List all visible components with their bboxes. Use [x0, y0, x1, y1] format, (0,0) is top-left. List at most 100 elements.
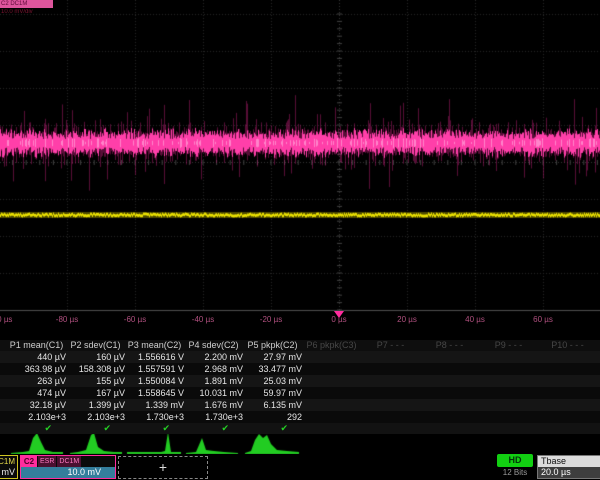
measure-value-cell — [302, 375, 361, 387]
measure-value-cell — [420, 363, 479, 375]
measure-value-cell — [479, 387, 538, 399]
measure-value-cell — [538, 363, 597, 375]
measure-value-cell — [538, 411, 597, 423]
measure-value-cell — [420, 351, 479, 363]
measure-value-cell: 27.97 mV — [243, 351, 302, 363]
measure-value-cell: 155 µV — [66, 375, 125, 387]
trigger-position-marker[interactable] — [334, 311, 344, 318]
measure-value-cell: 2.103e+3 — [7, 411, 66, 423]
hd-mode-badge[interactable]: HD — [497, 454, 533, 467]
time-axis-label: 40 µs — [465, 315, 485, 324]
measure-value-cell — [538, 375, 597, 387]
measure-value-cell: 2.200 mV — [184, 351, 243, 363]
measure-value-cell — [361, 399, 420, 411]
measure-table-row: 440 µV160 µV1.556616 V2.200 mV27.97 mV — [0, 351, 600, 363]
c1-trace[interactable] — [0, 210, 600, 221]
add-trace-button[interactable]: + — [118, 456, 208, 479]
measure-value-cell: 263 µV — [7, 375, 66, 387]
measure-value-cell: 2.103e+3 — [66, 411, 125, 423]
time-axis-label: 20 µs — [397, 315, 417, 324]
timebase-label: Tbase — [538, 456, 600, 467]
c2-coupling-badge: DC1M — [57, 456, 81, 467]
measure-value-cell: 1.891 mV — [184, 375, 243, 387]
measure-value-cell: 25.03 mV — [243, 375, 302, 387]
measure-value-cell — [302, 399, 361, 411]
measure-value-cell — [479, 399, 538, 411]
measure-value-cell: 474 µV — [7, 387, 66, 399]
time-axis-label: -40 µs — [192, 315, 214, 324]
measure-value-cell: 363.98 µV — [7, 363, 66, 375]
measure-value-cell — [302, 351, 361, 363]
measure-value-cell: 59.97 mV — [243, 387, 302, 399]
measure-value-cell — [302, 411, 361, 423]
measure-table-row: 474 µV167 µV1.558645 V10.031 mV59.97 mV — [0, 387, 600, 399]
c2-esr-badge: ESR — [38, 456, 56, 467]
measure-value-cell: 1.730e+3 — [125, 411, 184, 423]
measure-value-cell — [479, 375, 538, 387]
measure-value-cell — [420, 387, 479, 399]
measure-column-header[interactable]: P1 mean(C1) — [7, 340, 66, 351]
measure-value-cell: 160 µV — [66, 351, 125, 363]
time-axis-label: 60 µs — [533, 315, 553, 324]
c2-trace[interactable] — [0, 108, 600, 180]
measure-column-header[interactable]: P10 - - - — [538, 340, 597, 351]
c2-scale-value: 10.0 mV — [21, 467, 115, 478]
measure-value-cell: 2.968 mV — [184, 363, 243, 375]
measure-column-header[interactable]: P9 - - - — [479, 340, 538, 351]
measure-value-cell — [420, 375, 479, 387]
measure-column-header[interactable]: P6 pkpk(C3) — [302, 340, 361, 351]
measure-value-cell: 292 — [243, 411, 302, 423]
time-axis-label: -20 µs — [260, 315, 282, 324]
trace-info-subtext: 10.0 mV/div — [0, 9, 47, 15]
measure-value-cell — [361, 387, 420, 399]
measure-value-cell — [361, 375, 420, 387]
measure-value-cell — [538, 387, 597, 399]
bottom-bar: DC1M 10.0 mV C2 ESR DC1M 10.0 mV + HD 12… — [0, 454, 600, 480]
time-axis-label: -80 µs — [56, 315, 78, 324]
channel-c2-descriptor[interactable]: C2 ESR DC1M 10.0 mV — [20, 455, 116, 479]
time-axis-label: -100 µs — [0, 315, 12, 324]
measure-column-header[interactable]: P2 sdev(C1) — [66, 340, 125, 351]
oscilloscope-screen: C2 DC1M 10.0 mV/div -100 µs -80 µs -60 µs -… — [0, 0, 600, 480]
measure-column-header[interactable]: P8 - - - — [420, 340, 479, 351]
measure-value-cell: 1.556616 V — [125, 351, 184, 363]
hd-bits-label: 12 Bits — [497, 468, 533, 477]
measure-table-row: 32.18 µV1.399 µV1.339 mV1.676 mV6.135 mV — [0, 399, 600, 411]
measure-value-cell — [361, 363, 420, 375]
measure-value-cell: 1.730e+3 — [184, 411, 243, 423]
measure-value-cell: 32.18 µV — [7, 399, 66, 411]
measure-value-cell: 1.557591 V — [125, 363, 184, 375]
measurement-table: P1 mean(C1)P2 sdev(C1)P3 mean(C2)P4 sdev… — [0, 340, 600, 434]
measure-value-cell — [479, 351, 538, 363]
measure-value-cell — [420, 411, 479, 423]
channel-c1-descriptor[interactable]: DC1M 10.0 mV — [0, 455, 18, 479]
measure-table-row: P1 mean(C1)P2 sdev(C1)P3 mean(C2)P4 sdev… — [0, 340, 600, 351]
measure-value-cell — [302, 387, 361, 399]
measure-value-cell: 1.399 µV — [66, 399, 125, 411]
measure-value-cell: 440 µV — [7, 351, 66, 363]
measure-value-cell — [302, 363, 361, 375]
measure-value-cell — [420, 399, 479, 411]
timebase-descriptor[interactable]: Tbase 20.0 µs — [537, 455, 600, 479]
measure-table-row: 2.103e+32.103e+31.730e+31.730e+3292 — [0, 411, 600, 423]
measure-value-cell: 33.477 mV — [243, 363, 302, 375]
measure-column-header[interactable]: P5 pkpk(C2) — [243, 340, 302, 351]
measure-value-cell: 10.031 mV — [184, 387, 243, 399]
c1-coupling-label: DC1M — [0, 456, 17, 467]
time-axis: -100 µs-80 µs-60 µs-40 µs-20 µs0 µs20 µs… — [0, 311, 600, 333]
timebase-value: 20.0 µs — [538, 467, 600, 478]
measure-column-header[interactable]: P7 - - - — [361, 340, 420, 351]
measure-value-cell: 1.676 mV — [184, 399, 243, 411]
measure-column-header[interactable]: P3 mean(C2) — [125, 340, 184, 351]
measure-table-row: 263 µV155 µV1.550084 V1.891 mV25.03 mV — [0, 375, 600, 387]
c2-channel-label: C2 — [21, 456, 37, 467]
time-axis-label: -60 µs — [124, 315, 146, 324]
measure-column-header[interactable]: P4 sdev(C2) — [184, 340, 243, 351]
measure-table-row: 363.98 µV158.308 µV1.557591 V2.968 mV33.… — [0, 363, 600, 375]
measure-value-cell — [361, 411, 420, 423]
measure-value-cell: 1.339 mV — [125, 399, 184, 411]
measurement-histicons — [0, 433, 600, 455]
measure-value-cell: 1.558645 V — [125, 387, 184, 399]
measure-value-cell — [479, 363, 538, 375]
measure-value-cell — [538, 399, 597, 411]
